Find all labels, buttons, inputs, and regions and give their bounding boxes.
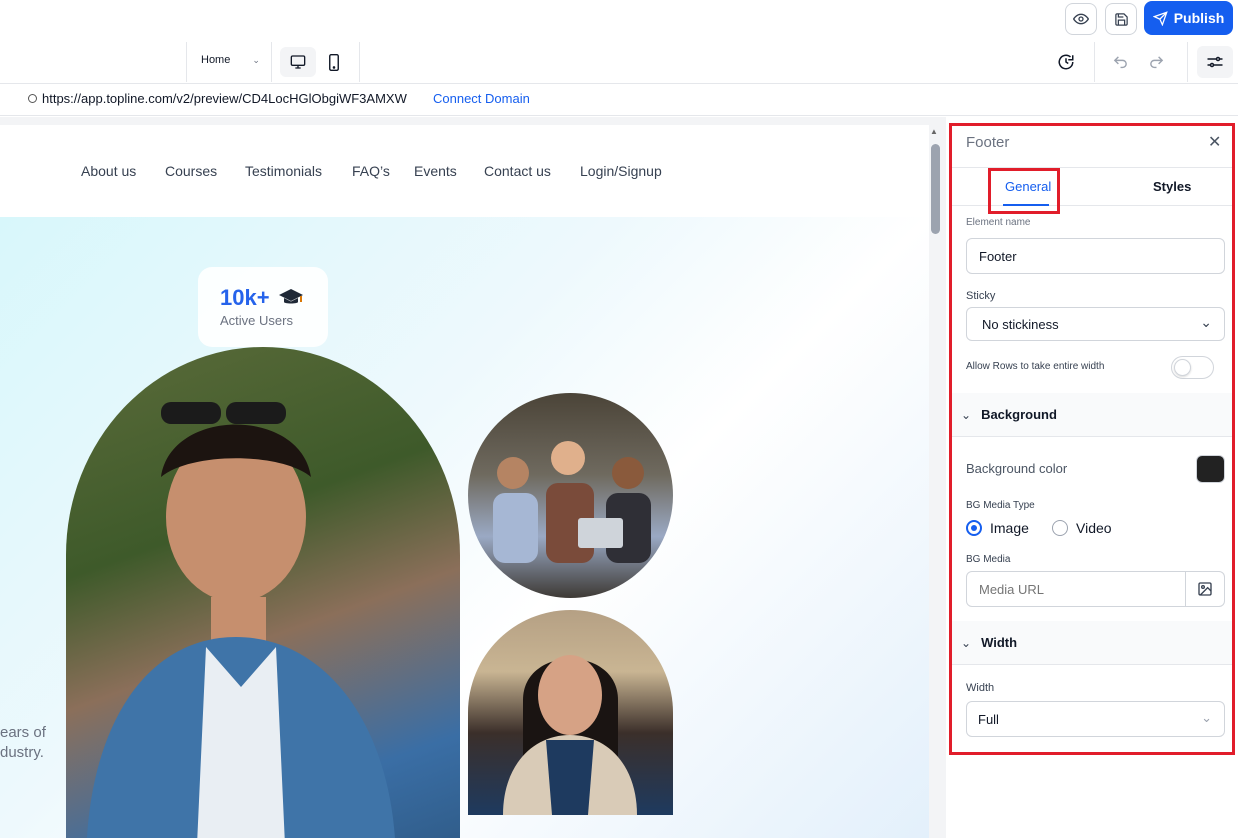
nav-item-faqs[interactable]: FAQ’s — [352, 163, 390, 179]
scroll-up-icon[interactable]: ▲ — [930, 127, 938, 136]
preview-url[interactable]: https://app.topline.com/v2/preview/CD4Lo… — [28, 91, 407, 106]
close-icon[interactable]: ✕ — [1208, 132, 1221, 152]
preview-url-text: https://app.topline.com/v2/preview/CD4Lo… — [42, 91, 407, 106]
nav-item-login[interactable]: Login/Signup — [580, 163, 662, 179]
width-select[interactable]: Full ⌄ — [966, 701, 1225, 737]
chevron-down-icon: ⌄ — [1200, 314, 1212, 330]
save-button[interactable] — [1105, 3, 1137, 35]
preview-url-bar: https://app.topline.com/v2/preview/CD4Lo… — [0, 84, 1238, 116]
redo-button[interactable] — [1138, 47, 1174, 77]
hero-text-line: dustry. — [0, 744, 44, 761]
globe-icon — [28, 94, 37, 103]
mobile-view-button[interactable] — [316, 47, 352, 77]
canvas-scrollbar-thumb[interactable] — [931, 144, 940, 234]
divider — [359, 42, 360, 82]
general-tab-highlight — [988, 168, 1060, 214]
connect-domain-link[interactable]: Connect Domain — [433, 91, 530, 106]
chevron-down-icon: ⌄ — [1201, 710, 1212, 725]
undo-button[interactable] — [1102, 47, 1138, 77]
media-type-image-label: Image — [990, 520, 1029, 536]
stat-value: 10k+ — [220, 285, 270, 310]
nav-item-testimonials[interactable]: Testimonials — [245, 163, 322, 179]
monitor-icon — [290, 55, 306, 69]
bg-media-label: BG Media — [966, 554, 1011, 565]
width-value: Full — [978, 711, 999, 727]
width-section-title: Width — [981, 635, 1018, 650]
chevron-down-icon: ⌄ — [252, 54, 260, 65]
divider — [271, 42, 272, 82]
save-icon — [1114, 12, 1128, 26]
history-icon — [1058, 54, 1074, 70]
element-name-value: Footer — [979, 248, 1017, 264]
chevron-down-icon: ⌄ — [961, 407, 972, 422]
divider — [1094, 42, 1095, 82]
divider — [186, 42, 187, 82]
history-button[interactable] — [1048, 47, 1084, 77]
stat-label: Active Users — [220, 313, 293, 328]
eye-icon — [1073, 13, 1089, 25]
nav-item-contact[interactable]: Contact us — [484, 163, 551, 179]
nav-item-courses[interactable]: Courses — [165, 163, 217, 179]
allow-rows-label: Allow Rows to take entire width — [966, 361, 1105, 372]
image-icon — [1197, 582, 1212, 596]
tab-styles[interactable]: Styles — [1153, 179, 1191, 194]
graduation-cap-icon — [279, 289, 303, 304]
hero-photo-main — [66, 347, 460, 838]
top-bar: Publish — [0, 0, 1238, 40]
hero-photo-group — [468, 393, 673, 598]
background-section-title: Background — [981, 407, 1057, 422]
hero-text-line: ears of — [0, 724, 46, 741]
hero-section: 10k+ Active Users ears of dustry. — [0, 217, 929, 838]
student-illustration — [503, 655, 637, 815]
hero-text-fragment: ears of dustry. — [0, 723, 46, 763]
page-select[interactable]: Home ⌄ — [201, 54, 260, 66]
nav-item-about[interactable]: About us — [81, 163, 136, 179]
nav-item-events[interactable]: Events — [414, 163, 457, 179]
panel-title: Footer — [966, 134, 1010, 151]
divider — [1187, 42, 1188, 82]
preview-button[interactable] — [1065, 3, 1097, 35]
editor-canvas: About us Courses Testimonials FAQ’s Even… — [0, 117, 946, 838]
toggle-knob — [1174, 359, 1191, 376]
sliders-icon — [1207, 56, 1223, 68]
redo-icon — [1149, 55, 1163, 68]
media-type-video-label: Video — [1076, 520, 1112, 536]
site-nav: About us Courses Testimonials FAQ’s Even… — [0, 125, 929, 217]
students-illustration — [493, 441, 651, 563]
publish-button[interactable]: Publish — [1144, 1, 1233, 35]
person-illustration — [87, 402, 395, 838]
publish-label: Publish — [1173, 10, 1225, 26]
send-icon — [1152, 10, 1168, 26]
element-name-input[interactable]: Footer — [966, 238, 1225, 274]
bg-media-type-label: BG Media Type — [966, 500, 1035, 511]
sticky-value: No stickiness — [982, 316, 1059, 332]
width-label: Width — [966, 682, 995, 694]
site-preview[interactable]: About us Courses Testimonials FAQ’s Even… — [0, 125, 929, 838]
desktop-view-button[interactable] — [280, 47, 316, 77]
media-type-image-radio[interactable] — [966, 520, 982, 536]
background-color-swatch[interactable] — [1196, 455, 1225, 483]
width-section-header[interactable]: ⌄ Width — [951, 621, 1235, 665]
element-name-label: Element name — [966, 217, 1031, 228]
sticky-label: Sticky — [966, 290, 996, 302]
page-select-value: Home — [201, 54, 231, 66]
background-color-label: Background color — [966, 461, 1068, 476]
background-section-header[interactable]: ⌄ Background — [951, 393, 1235, 437]
undo-icon — [1113, 55, 1127, 68]
chevron-down-icon: ⌄ — [961, 635, 972, 650]
smartphone-icon — [329, 53, 339, 71]
sticky-select[interactable]: No stickiness ⌄ — [966, 307, 1225, 341]
media-type-video-radio[interactable] — [1052, 520, 1068, 536]
settings-toggle-button[interactable] — [1197, 46, 1233, 78]
allow-rows-toggle[interactable] — [1171, 356, 1214, 379]
hero-photo-student — [468, 610, 673, 815]
stat-card: 10k+ Active Users — [198, 267, 328, 347]
media-picker-button[interactable] — [1185, 571, 1225, 607]
media-url-input[interactable] — [966, 571, 1186, 607]
